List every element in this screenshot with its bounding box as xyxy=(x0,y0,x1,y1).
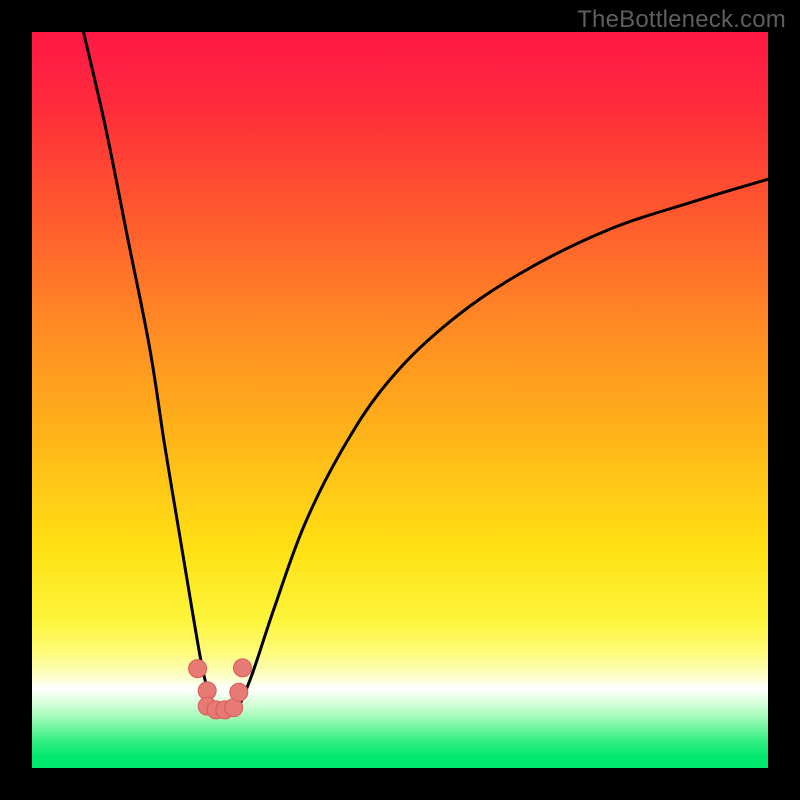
plot-area xyxy=(32,32,768,768)
valley-marker-dot xyxy=(233,659,251,677)
valley-marker-dot xyxy=(189,660,207,678)
valley-marker-dot xyxy=(230,683,248,701)
curve-layer xyxy=(32,32,768,768)
watermark-text: TheBottleneck.com xyxy=(577,6,786,34)
bottleneck-curve-left xyxy=(84,32,216,709)
bottleneck-curve-right xyxy=(238,179,768,709)
chart-frame: TheBottleneck.com xyxy=(0,0,800,800)
valley-markers xyxy=(189,659,252,719)
